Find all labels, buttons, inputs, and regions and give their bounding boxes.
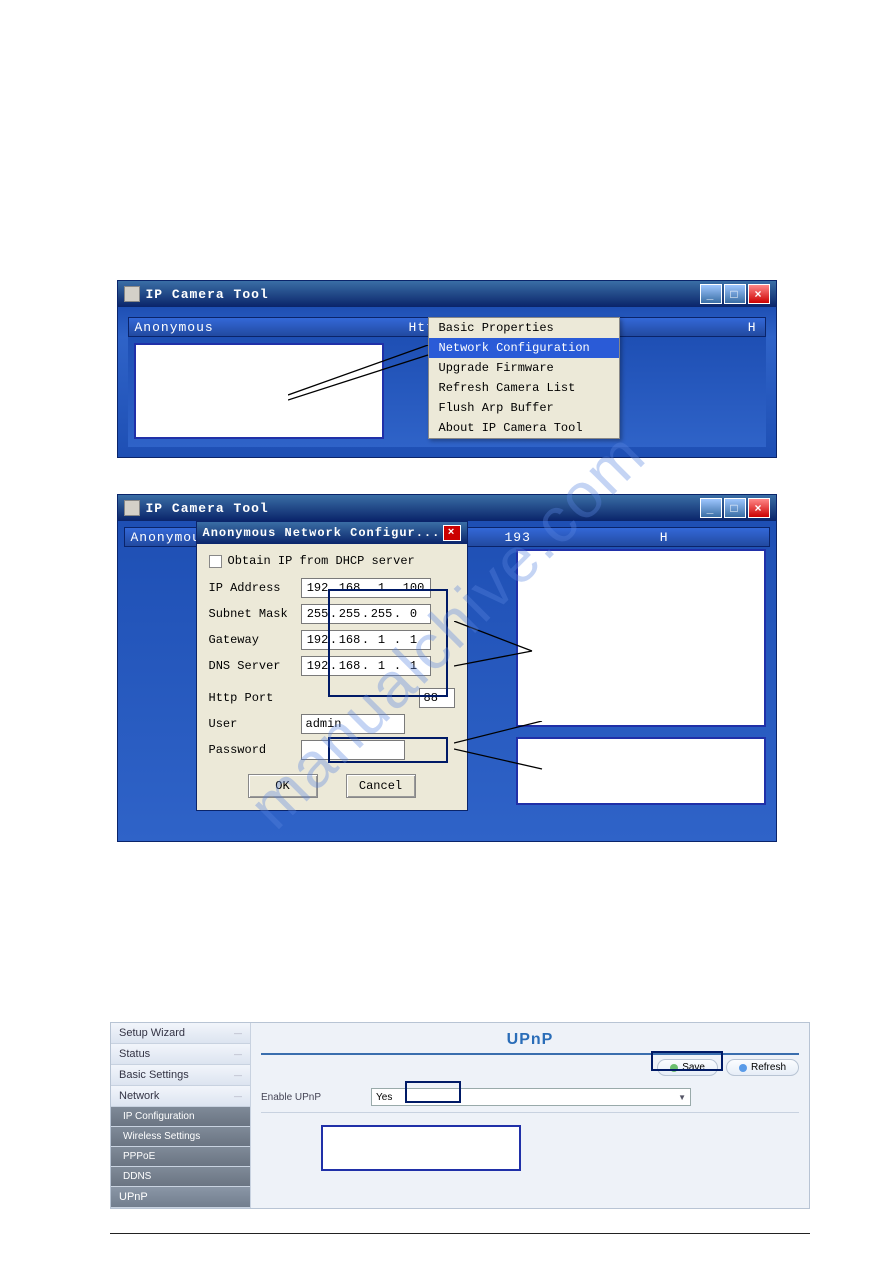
sidebar-item-ip-configuration[interactable]: IP Configuration (111, 1107, 250, 1127)
close-button[interactable]: × (748, 284, 770, 304)
header-num: 193 (505, 530, 531, 545)
network-config-dialog: Anonymous Network Configur... × Obtain I… (196, 521, 468, 811)
password-label: Password (209, 743, 301, 757)
minimize-button[interactable]: _ (700, 498, 722, 518)
sidebar-item-ddns[interactable]: DDNS (111, 1167, 250, 1187)
port-label: Http Port (209, 691, 301, 705)
sidebar-item-network[interactable]: Network— (111, 1086, 250, 1107)
app-icon (124, 500, 140, 516)
titlebar[interactable]: IP Camera Tool _ □ × (118, 495, 776, 521)
minimize-button[interactable]: _ (700, 284, 722, 304)
dns-server-input[interactable]: 192. 168. 1. 1 (301, 656, 431, 676)
menu-refresh-camera-list[interactable]: Refresh Camera List (429, 378, 619, 398)
app-icon (124, 286, 140, 302)
window-title: IP Camera Tool (146, 501, 269, 516)
refresh-button[interactable]: Refresh (726, 1059, 799, 1076)
header-left: Anonymous (135, 320, 214, 335)
dialog-close-button[interactable]: × (443, 525, 461, 541)
chevron-down-icon: ▼ (678, 1093, 686, 1102)
http-port-input[interactable]: 88 (419, 688, 455, 708)
subnet-mask-input[interactable]: 255. 255. 255. 0 (301, 604, 431, 624)
menu-network-configuration[interactable]: Network Configuration (429, 338, 619, 358)
menu-about[interactable]: About IP Camera Tool (429, 418, 619, 438)
sidebar: Setup Wizard— Status— Basic Settings— Ne… (111, 1023, 251, 1208)
maximize-button[interactable]: □ (724, 498, 746, 518)
cancel-button[interactable]: Cancel (346, 774, 416, 798)
dialog-titlebar[interactable]: Anonymous Network Configur... × (197, 522, 467, 544)
maximize-button[interactable]: □ (724, 284, 746, 304)
menu-flush-arp-buffer[interactable]: Flush Arp Buffer (429, 398, 619, 418)
password-input[interactable] (301, 740, 405, 760)
upnp-settings-panel: Setup Wizard— Status— Basic Settings— Ne… (110, 1022, 810, 1209)
sidebar-item-status[interactable]: Status— (111, 1044, 250, 1065)
enable-upnp-label: Enable UPnP (261, 1092, 361, 1103)
left-panel (134, 343, 384, 439)
ip-camera-tool-window: IP Camera Tool _ □ × Anonymous Http:// H… (117, 280, 777, 458)
header-left: Anonymou (131, 530, 201, 545)
context-menu: Basic Properties Network Configuration U… (428, 317, 620, 439)
divider (110, 1233, 810, 1234)
menu-basic-properties[interactable]: Basic Properties (429, 318, 619, 338)
close-button[interactable]: × (748, 498, 770, 518)
ip-address-input[interactable]: 192. 168. 1. 100 (301, 578, 431, 598)
header-right: H (660, 530, 669, 545)
sidebar-item-pppoe[interactable]: PPPoE (111, 1147, 250, 1167)
titlebar[interactable]: IP Camera Tool _ □ × (118, 281, 776, 307)
user-input[interactable]: admin (301, 714, 405, 734)
sidebar-item-wireless-settings[interactable]: Wireless Settings (111, 1127, 250, 1147)
dhcp-label: Obtain IP from DHCP server (228, 554, 415, 568)
gateway-label: Gateway (209, 633, 301, 647)
window-title: IP Camera Tool (146, 287, 269, 302)
dns-label: DNS Server (209, 659, 301, 673)
user-label: User (209, 717, 301, 731)
mask-label: Subnet Mask (209, 607, 301, 621)
ok-button[interactable]: OK (248, 774, 318, 798)
sidebar-item-basic-settings[interactable]: Basic Settings— (111, 1065, 250, 1086)
enable-upnp-select[interactable]: Yes ▼ (371, 1088, 691, 1106)
header-right: H (748, 320, 757, 335)
right-panel-top (516, 549, 766, 727)
dialog-title: Anonymous Network Configur... (203, 526, 441, 540)
sidebar-item-setup-wizard[interactable]: Setup Wizard— (111, 1023, 250, 1044)
page-title: UPnP (261, 1031, 799, 1049)
refresh-icon (739, 1064, 747, 1072)
empty-outline-box (321, 1125, 521, 1171)
ip-label: IP Address (209, 581, 301, 595)
save-icon (670, 1064, 678, 1072)
sidebar-item-upnp[interactable]: UPnP (111, 1187, 250, 1208)
ip-camera-tool-window-2: IP Camera Tool _ □ × Anonymou 193 H Anon… (117, 494, 777, 842)
gateway-input[interactable]: 192. 168. 1. 1 (301, 630, 431, 650)
dhcp-checkbox[interactable] (209, 555, 222, 568)
right-panel-bottom (516, 737, 766, 805)
menu-upgrade-firmware[interactable]: Upgrade Firmware (429, 358, 619, 378)
save-button[interactable]: Save (657, 1059, 718, 1076)
